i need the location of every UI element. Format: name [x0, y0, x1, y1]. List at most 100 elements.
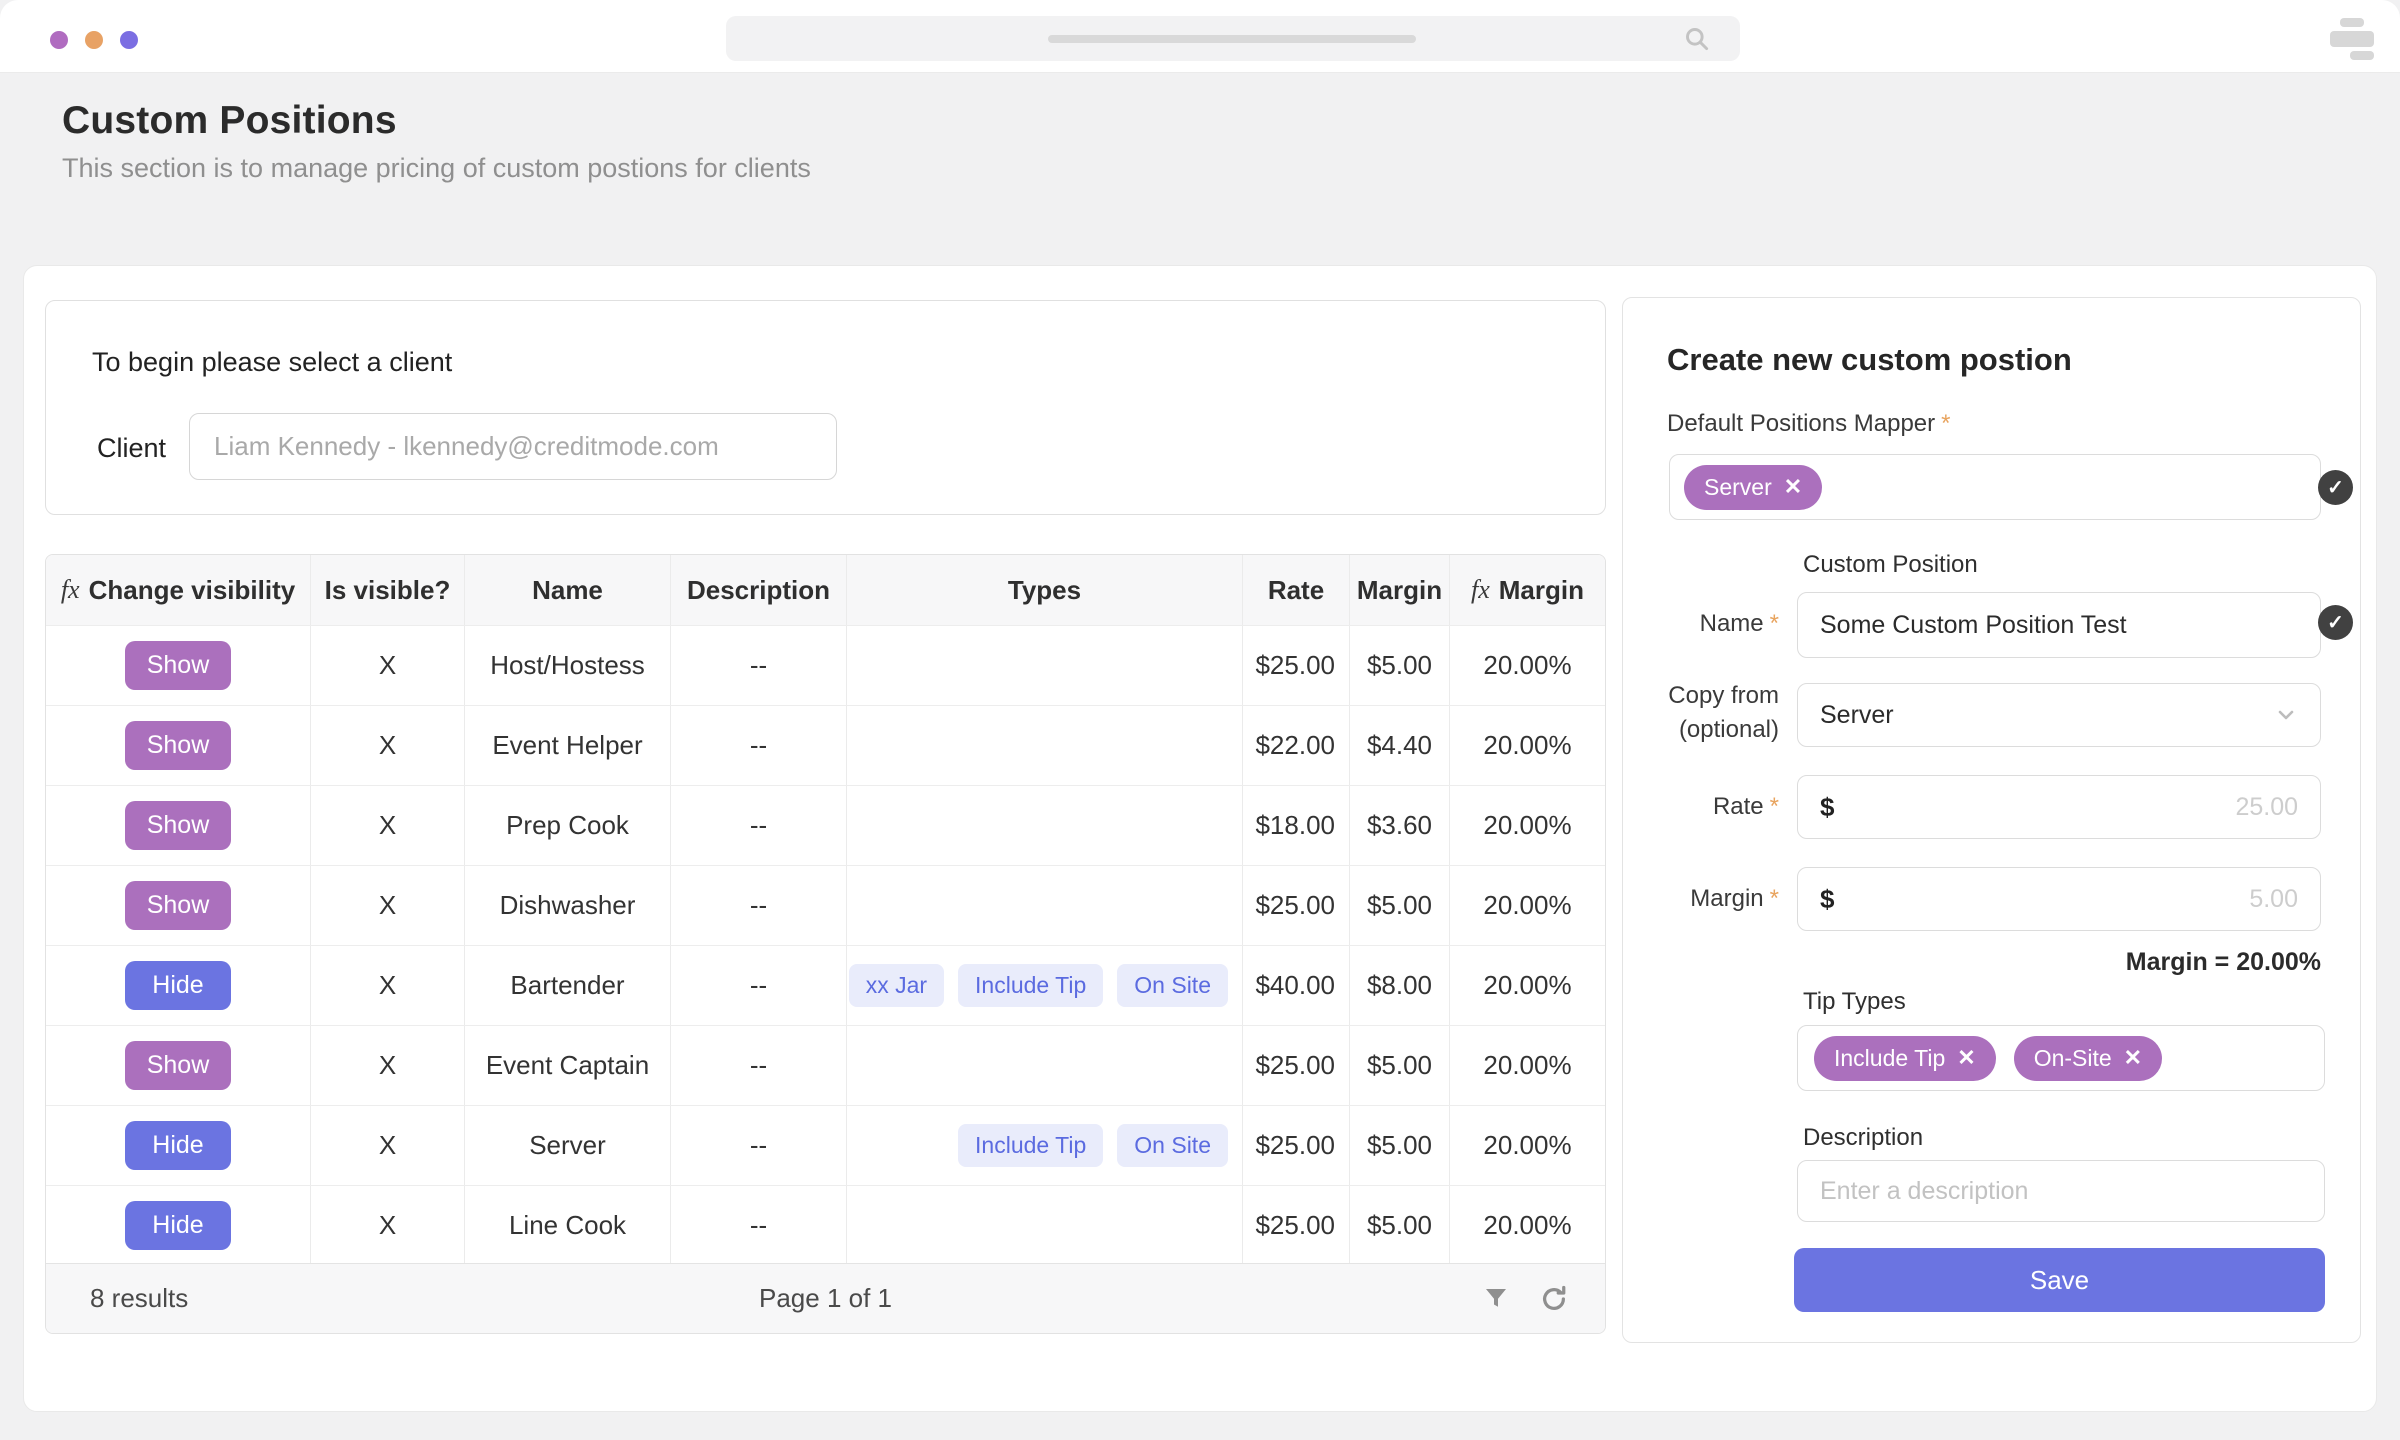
remove-tag-icon[interactable]: ✕ [1784, 474, 1802, 500]
position-description: -- [671, 786, 847, 865]
table-row: Show X Event Helper -- $22.00 $4.40 20.0… [46, 705, 1605, 785]
position-description: -- [671, 706, 847, 785]
position-description: -- [671, 626, 847, 705]
description-label: Description [1803, 1124, 1923, 1152]
fx-icon: fx [1471, 575, 1490, 605]
position-rate: $18.00 [1243, 786, 1350, 865]
description-input[interactable] [1797, 1160, 2325, 1222]
remove-tag-icon[interactable]: ✕ [2124, 1045, 2142, 1071]
header-is-visible: Is visible? [311, 555, 465, 625]
position-fx-margin: 20.00% [1450, 1106, 1605, 1185]
position-types [847, 1186, 1243, 1265]
row-action-button[interactable]: Show [125, 881, 231, 930]
header-fx-margin: fxMargin [1450, 555, 1605, 625]
position-name: Bartender [465, 946, 671, 1025]
save-button[interactable]: Save [1794, 1248, 2325, 1312]
fx-icon: fx [61, 575, 80, 605]
refresh-icon[interactable] [1539, 1284, 1569, 1314]
mapper-tag[interactable]: Server✕ [1684, 465, 1822, 510]
name-label: Name* [1623, 610, 1779, 638]
position-description: -- [671, 1106, 847, 1185]
name-input[interactable] [1797, 592, 2321, 658]
client-input[interactable] [189, 413, 837, 480]
table-row: Hide X Server -- Include Tip On Site $25… [46, 1105, 1605, 1185]
window-dot-3[interactable] [120, 31, 138, 49]
position-rate: $40.00 [1243, 946, 1350, 1025]
type-tag[interactable]: Include Tip [958, 964, 1103, 1007]
stack-menu-icon[interactable] [2330, 18, 2378, 58]
position-rate: $22.00 [1243, 706, 1350, 785]
page-subtitle: This section is to manage pricing of cus… [62, 153, 811, 184]
margin-input[interactable] [1834, 885, 2298, 914]
address-placeholder-line [1048, 35, 1416, 43]
positions-table: fxChange visibility Is visible? Name Des… [45, 554, 1606, 1334]
main-card: To begin please select a client Client f… [23, 265, 2377, 1412]
margin-label: Margin* [1623, 885, 1779, 913]
type-tag[interactable]: xx Jar [849, 964, 944, 1007]
position-rate: $25.00 [1243, 866, 1350, 945]
filter-icon[interactable] [1481, 1284, 1511, 1314]
table-row: Show X Prep Cook -- $18.00 $3.60 20.00% [46, 785, 1605, 865]
position-margin: $5.00 [1350, 866, 1450, 945]
position-name: Host/Hostess [465, 626, 671, 705]
client-prompt: To begin please select a client [92, 347, 452, 378]
position-types [847, 706, 1243, 785]
table-row: Show X Host/Hostess -- $25.00 $5.00 20.0… [46, 625, 1605, 705]
required-asterisk: * [1935, 410, 1950, 437]
position-name: Line Cook [465, 1186, 671, 1265]
address-search-bar[interactable] [726, 16, 1740, 61]
required-asterisk: * [1764, 885, 1779, 912]
copy-from-value: Server [1820, 701, 1894, 730]
is-visible-value: X [311, 1106, 465, 1185]
tip-type-tag[interactable]: On-Site✕ [2014, 1036, 2162, 1081]
rate-input[interactable] [1834, 793, 2298, 822]
header-description: Description [671, 555, 847, 625]
row-action-button[interactable]: Show [125, 641, 231, 690]
panel-title: Create new custom postion [1667, 342, 2072, 378]
tip-type-tag[interactable]: Include Tip✕ [1814, 1036, 1996, 1081]
type-tag[interactable]: On Site [1117, 1124, 1228, 1167]
client-label: Client [97, 433, 166, 464]
window-controls [50, 31, 138, 49]
position-description: -- [671, 1026, 847, 1105]
position-types [847, 1026, 1243, 1105]
row-action-button[interactable]: Show [125, 721, 231, 770]
table-row: Show X Event Captain -- $25.00 $5.00 20.… [46, 1025, 1605, 1105]
position-types [847, 626, 1243, 705]
table-row: Hide X Line Cook -- $25.00 $5.00 20.00% [46, 1185, 1605, 1265]
row-action-button[interactable]: Show [125, 1041, 231, 1090]
position-types: xx Jar Include Tip On Site [847, 946, 1243, 1025]
margin-computed-note: Margin = 20.00% [1797, 948, 2321, 977]
table-row: Show X Dishwasher -- $25.00 $5.00 20.00% [46, 865, 1605, 945]
remove-tag-icon[interactable]: ✕ [1957, 1045, 1975, 1071]
rate-label: Rate* [1623, 793, 1779, 821]
position-margin: $5.00 [1350, 1026, 1450, 1105]
position-fx-margin: 20.00% [1450, 706, 1605, 785]
position-description: -- [671, 946, 847, 1025]
type-tag[interactable]: Include Tip [958, 1124, 1103, 1167]
row-action-button[interactable]: Show [125, 801, 231, 850]
is-visible-value: X [311, 1026, 465, 1105]
position-name: Server [465, 1106, 671, 1185]
window-dot-2[interactable] [85, 31, 103, 49]
required-asterisk: * [1764, 610, 1779, 637]
window-dot-1[interactable] [50, 31, 68, 49]
position-margin: $8.00 [1350, 946, 1450, 1025]
margin-field: $ [1797, 867, 2321, 931]
position-types: Include Tip On Site [847, 1106, 1243, 1185]
required-asterisk: * [1764, 793, 1779, 820]
row-action-button[interactable]: Hide [125, 1201, 231, 1250]
row-action-button[interactable]: Hide [125, 1121, 231, 1170]
type-tag[interactable]: On Site [1117, 964, 1228, 1007]
app-window: Custom Positions This section is to mana… [0, 0, 2400, 1440]
table-header-row: fxChange visibility Is visible? Name Des… [46, 555, 1605, 625]
mapper-multiselect[interactable]: Server✕ [1669, 454, 2321, 520]
tip-types-multiselect[interactable]: Include Tip✕ On-Site✕ [1797, 1025, 2325, 1091]
is-visible-value: X [311, 1186, 465, 1265]
position-fx-margin: 20.00% [1450, 1026, 1605, 1105]
position-margin: $5.00 [1350, 626, 1450, 705]
page-indicator: Page 1 of 1 [46, 1283, 1605, 1314]
copy-from-select[interactable]: Server [1797, 683, 2321, 747]
table-row: Hide X Bartender -- xx Jar Include Tip O… [46, 945, 1605, 1025]
row-action-button[interactable]: Hide [125, 961, 231, 1010]
